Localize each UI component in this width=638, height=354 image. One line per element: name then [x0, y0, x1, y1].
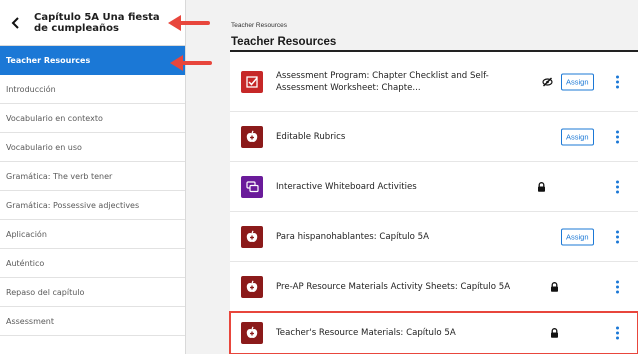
sidebar-item-aplicacion[interactable]: Aplicación	[0, 220, 185, 249]
resource-title[interactable]: Assessment Program: Chapter Checklist an…	[276, 70, 489, 94]
breadcrumb: Teacher Resources	[231, 22, 287, 29]
sidebar-item-vocabulario-en-uso[interactable]: Vocabulario en uso	[0, 133, 185, 162]
apple-icon	[241, 275, 263, 298]
sidebar-item-introduccion[interactable]: Introducción	[0, 75, 185, 104]
sidebar-item-gramatica-possessive[interactable]: Gramática: Possessive adjectives	[0, 191, 185, 220]
back-chevron-icon[interactable]	[10, 16, 22, 29]
resource-title[interactable]: Teacher's Resource Materials: Capítulo 5…	[276, 327, 456, 339]
sidebar-item-vocabulario-en-contexto[interactable]: Vocabulario en contexto	[0, 104, 185, 133]
resource-title[interactable]: Interactive Whiteboard Activities	[276, 181, 417, 193]
resource-row-editable-rubrics[interactable]: Editable Rubrics Assign	[230, 112, 638, 162]
assign-button[interactable]: Assign	[561, 228, 594, 245]
apple-icon	[241, 321, 263, 344]
sidebar-item-teacher-resources[interactable]: Teacher Resources	[0, 46, 185, 75]
lock-icon	[538, 181, 545, 192]
sidebar-item-assessment[interactable]: Assessment	[0, 307, 185, 336]
sidebar-item-autentico[interactable]: Auténtico	[0, 249, 185, 278]
page-title: Teacher Resources	[231, 36, 337, 48]
more-options-icon[interactable]	[615, 75, 619, 88]
resource-row-whiteboard[interactable]: Interactive Whiteboard Activities	[230, 162, 638, 212]
chapter-title: Capítulo 5A Una fiesta de cumpleaños	[34, 11, 160, 34]
sidebar-item-repaso[interactable]: Repaso del capítulo	[0, 278, 185, 307]
sidebar-header: Capítulo 5A Una fiesta de cumpleaños	[0, 0, 185, 46]
whiteboard-icon	[241, 175, 263, 198]
apple-icon	[241, 125, 263, 148]
more-options-icon[interactable]	[615, 180, 619, 193]
lock-icon	[551, 327, 558, 338]
resource-title[interactable]: Para hispanohablantes: Capítulo 5A	[276, 231, 429, 243]
more-options-icon[interactable]	[615, 230, 619, 243]
lock-icon	[551, 281, 558, 292]
sidebar-item-gramatica-tener[interactable]: Gramática: The verb tener	[0, 162, 185, 191]
resource-title[interactable]: Editable Rubrics	[276, 131, 345, 143]
chapter-sidebar: Capítulo 5A Una fiesta de cumpleaños Tea…	[0, 0, 186, 354]
main-content: Teacher Resources Teacher Resources Asse…	[186, 0, 638, 354]
more-options-icon[interactable]	[615, 130, 619, 143]
apple-icon	[241, 225, 263, 248]
resource-list: Assessment Program: Chapter Checklist an…	[229, 52, 638, 354]
assign-button[interactable]: Assign	[561, 128, 594, 145]
checklist-icon	[241, 70, 263, 93]
resource-row-para-hispanohablantes[interactable]: Para hispanohablantes: Capítulo 5A Assig…	[230, 212, 638, 262]
eye-slash-icon[interactable]	[542, 77, 553, 87]
more-options-icon[interactable]	[615, 280, 619, 293]
resource-row-assessment-program[interactable]: Assessment Program: Chapter Checklist an…	[230, 52, 638, 112]
resource-row-pre-ap[interactable]: Pre-AP Resource Materials Activity Sheet…	[230, 262, 638, 312]
resource-row-teachers-resource-materials[interactable]: Teacher's Resource Materials: Capítulo 5…	[229, 311, 638, 354]
more-options-icon[interactable]	[615, 326, 619, 339]
assign-button[interactable]: Assign	[561, 73, 594, 90]
resource-title[interactable]: Pre-AP Resource Materials Activity Sheet…	[276, 281, 510, 293]
app-window: Capítulo 5A Una fiesta de cumpleaños Tea…	[0, 0, 638, 354]
